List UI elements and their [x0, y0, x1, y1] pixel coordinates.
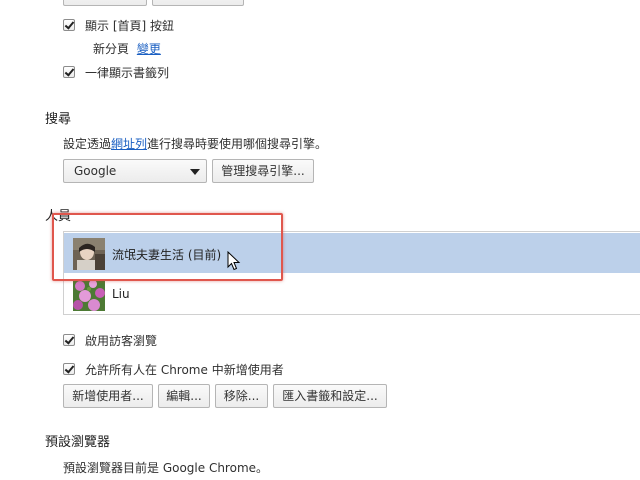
top-cut-button-1[interactable]: [63, 0, 147, 6]
allow-add-user-label: 允許所有人在 Chrome 中新增使用者: [85, 363, 284, 377]
search-heading: 搜尋: [45, 112, 72, 127]
mouse-cursor-icon: [227, 251, 241, 271]
bookmarks-bar-checkbox[interactable]: [63, 66, 75, 78]
bookmarks-bar-label: 一律顯示書籤列: [85, 66, 170, 80]
edit-user-button[interactable]: 編輯...: [158, 384, 210, 408]
new-tab-text: 新分頁: [93, 42, 130, 56]
search-description: 設定透過網址列進行搜尋時要使用哪個搜尋引擎。: [63, 135, 327, 152]
search-engine-select[interactable]: Google: [63, 159, 207, 183]
add-user-button[interactable]: 新增使用者...: [63, 384, 153, 408]
show-home-checkbox[interactable]: [63, 19, 75, 31]
search-desc-suffix: 進行搜尋時要使用哪個搜尋引擎。: [147, 137, 328, 151]
default-browser-heading: 預設瀏覽器: [45, 435, 111, 450]
guest-browsing-checkbox[interactable]: [63, 334, 75, 346]
import-bookmarks-button[interactable]: 匯入書籤和設定...: [273, 384, 387, 408]
guest-browsing-label: 啟用訪客瀏覽: [85, 334, 158, 348]
dropdown-arrow-icon: [190, 169, 200, 175]
search-desc-prefix: 設定透過: [63, 137, 112, 151]
allow-add-user-checkbox[interactable]: [63, 363, 75, 375]
default-browser-desc: 預設瀏覽器目前是 Google Chrome。: [63, 461, 269, 475]
manage-search-engines-button[interactable]: 管理搜尋引擎...: [212, 159, 314, 183]
top-cut-button-2[interactable]: [152, 0, 244, 6]
change-home-link[interactable]: 變更: [137, 42, 161, 56]
show-home-label: 顯示 [首頁] 按鈕: [85, 19, 174, 33]
user-name-liu: Liu: [112, 287, 130, 301]
remove-user-button[interactable]: 移除...: [215, 384, 268, 408]
avatar-image: [73, 279, 105, 311]
highlight-box: [52, 213, 283, 281]
omnibox-link[interactable]: 網址列: [111, 137, 147, 151]
new-tab-label: 新分頁 變更: [93, 40, 161, 57]
search-engine-value: Google: [74, 164, 117, 178]
